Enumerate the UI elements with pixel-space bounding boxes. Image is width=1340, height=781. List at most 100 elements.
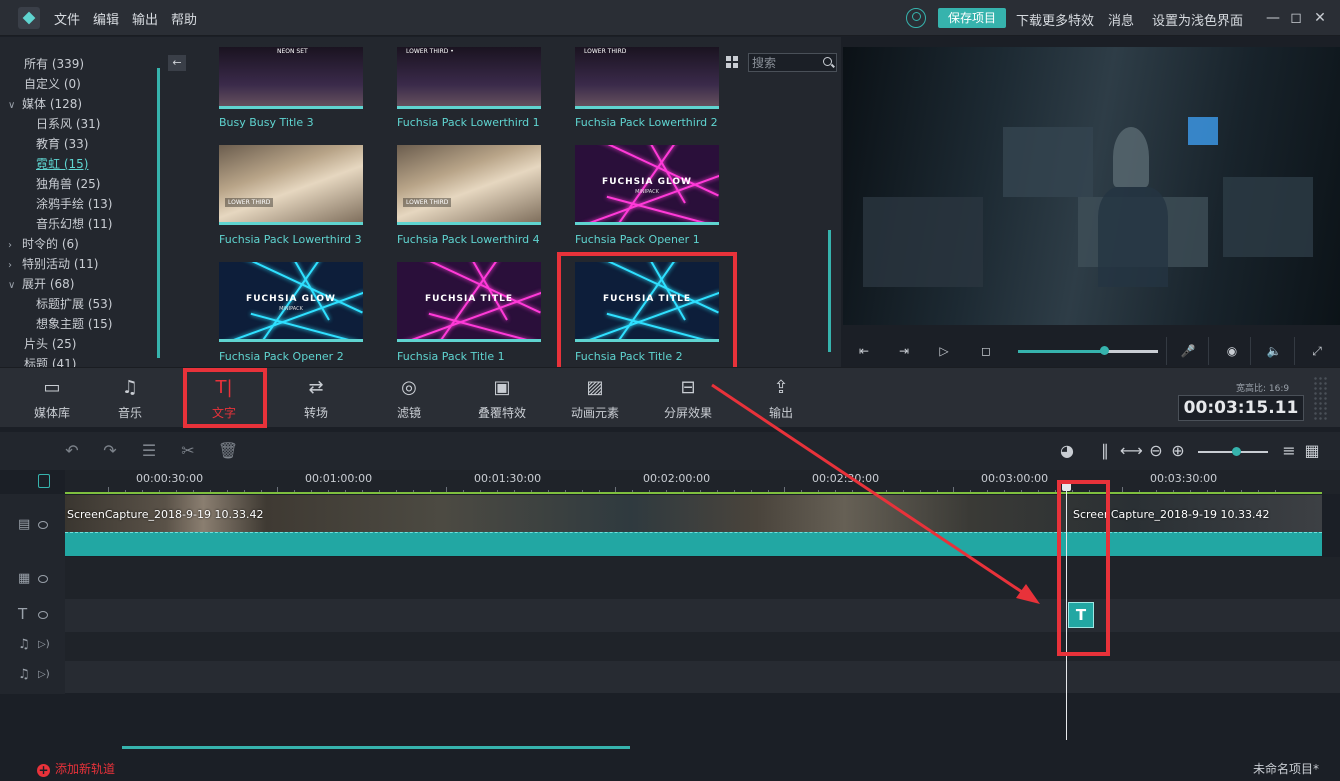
effect-thumbnail-label[interactable]: Fuchsia Pack Lowerthird 1 (397, 116, 540, 129)
minimize-icon[interactable]: — (1263, 8, 1283, 28)
chevron-down-icon[interactable]: ∨ (8, 280, 22, 291)
tree-item[interactable]: 涂鸦手绘 (13) (36, 195, 112, 212)
zoom-in-icon[interactable]: ⊕ (1167, 440, 1189, 462)
add-track-button[interactable]: + 添加新轨道 (37, 760, 115, 777)
speaker-icon[interactable]: ▷) (38, 639, 50, 650)
tree-item[interactable]: ∨ 媒体 (128) (8, 95, 82, 112)
tree-item[interactable]: ∨ 展开 (68) (8, 275, 74, 292)
menu-edit[interactable]: 编辑 (93, 9, 119, 28)
effect-thumbnail-label[interactable]: Busy Busy Title 3 (219, 116, 314, 129)
effect-thumbnail[interactable]: FUCHSIA TITLE (397, 262, 541, 342)
menu-help[interactable]: 帮助 (171, 9, 197, 28)
effect-thumbnail-label[interactable]: Fuchsia Pack Opener 2 (219, 350, 344, 363)
divider (1208, 337, 1209, 365)
timeline-scrollbar[interactable] (122, 746, 630, 749)
grid-view-icon[interactable] (726, 56, 738, 68)
effect-thumbnail[interactable]: LOWER THIRD (397, 145, 541, 225)
tool-music[interactable]: ♫ 音乐 (95, 378, 165, 421)
tree-item[interactable]: 自定义 (0) (24, 75, 81, 92)
effect-thumbnail-label[interactable]: Fuchsia Pack Lowerthird 2 (575, 116, 718, 129)
download-effects-link[interactable]: 下载更多特效 (1016, 10, 1094, 29)
chevron-right-icon[interactable]: › (8, 260, 22, 271)
eye-icon[interactable] (38, 611, 48, 619)
preview-progress-fill (1018, 350, 1104, 353)
previous-frame-icon[interactable]: ⇤ (853, 337, 875, 365)
snap-icon[interactable] (38, 474, 50, 488)
fit-timeline-icon[interactable]: ⟷ (1120, 440, 1143, 462)
track-headers (0, 494, 65, 694)
tree-item[interactable]: 片头 (25) (24, 335, 76, 352)
chevron-down-icon[interactable]: ∨ (8, 100, 22, 111)
zoom-out-icon[interactable]: ⊖ (1145, 440, 1167, 462)
effect-thumbnail[interactable]: LOWER THIRD • (397, 47, 541, 109)
undo-icon[interactable]: ↶ (61, 440, 83, 462)
collapse-sidebar-button[interactable]: ← (168, 55, 186, 71)
search-box[interactable] (748, 53, 837, 72)
grid-layout-icon[interactable]: ▦ (1301, 440, 1323, 462)
audio-clip[interactable] (65, 532, 1322, 556)
delete-icon[interactable]: 🗑 (217, 440, 239, 462)
tree-item[interactable]: 所有 (339) (24, 55, 84, 72)
tree-item[interactable]: › 特别活动 (11) (8, 255, 98, 272)
tree-item[interactable]: 标题扩展 (53) (36, 295, 112, 312)
render-preview-icon[interactable]: ◕ (1056, 440, 1078, 462)
redo-icon[interactable]: ↷ (99, 440, 121, 462)
tree-item[interactable]: 霓虹 (15) (36, 155, 88, 172)
effect-thumbnail[interactable]: FUCHSIA GLOW MINIPACK (575, 145, 719, 225)
tree-item[interactable]: 教育 (33) (36, 135, 88, 152)
tree-item[interactable]: › 时令的 (6) (8, 235, 79, 252)
search-icon[interactable] (823, 57, 832, 66)
stop-icon[interactable]: ◻ (975, 337, 997, 365)
tool-elements[interactable]: ▨ 动画元素 (560, 378, 630, 421)
resize-grip[interactable] (1313, 376, 1327, 422)
zoom-slider-knob[interactable] (1232, 447, 1241, 456)
chevron-right-icon[interactable]: › (8, 240, 22, 251)
ruler-tick-label: 00:01:30:00 (474, 472, 542, 485)
play-icon[interactable]: ▷ (933, 337, 955, 365)
tree-item-label: 片头 (25) (24, 337, 77, 351)
snapshot-camera-icon[interactable]: ◉ (1221, 337, 1243, 365)
maximize-icon[interactable]: ◻ (1286, 8, 1306, 28)
volume-icon[interactable]: 🔈 (1263, 337, 1285, 365)
tree-scrollbar[interactable] (157, 68, 160, 358)
tool-filter[interactable]: ◎ 滤镜 (374, 378, 444, 421)
adjust-icon[interactable]: ☰ (138, 440, 160, 462)
menu-export[interactable]: 输出 (132, 9, 158, 28)
fullscreen-icon[interactable]: ⤢ (1306, 337, 1328, 365)
close-icon[interactable]: ✕ (1310, 8, 1330, 28)
effect-thumbnail-label[interactable]: Fuchsia Pack Lowerthird 3 (219, 233, 362, 246)
effect-thumbnail-label[interactable]: Fuchsia Pack Opener 1 (575, 233, 700, 246)
tree-item[interactable]: 独角兽 (25) (36, 175, 100, 192)
effect-thumbnail-label[interactable]: Fuchsia Pack Lowerthird 4 (397, 233, 540, 246)
speaker-icon[interactable]: ▷) (38, 669, 50, 680)
eye-icon[interactable] (38, 575, 48, 583)
effect-thumbnail[interactable]: NEON SET (219, 47, 363, 109)
tool-transition[interactable]: ⇄ 转场 (281, 378, 351, 421)
light-theme-link[interactable]: 设置为浅色界面 (1152, 10, 1243, 29)
overlay-track-icon: ▦ (18, 571, 31, 586)
effect-thumbnail[interactable]: LOWER THIRD (219, 145, 363, 225)
effect-thumbnail[interactable]: FUCHSIA GLOW MINIPACK (219, 262, 363, 342)
user-account-icon[interactable] (906, 8, 926, 28)
tool-overlay[interactable]: ▣ 叠覆特效 (467, 378, 537, 421)
microphone-icon[interactable]: 🎤 (1177, 337, 1199, 365)
tool-export[interactable]: ⇪ 输出 (746, 378, 816, 421)
tool-folder[interactable]: ▭ 媒体库 (17, 378, 87, 421)
tool-splitscreen[interactable]: ⊟ 分屏效果 (653, 378, 723, 421)
preview-progress-knob[interactable] (1100, 346, 1109, 355)
messages-link[interactable]: 消息 (1108, 10, 1134, 29)
list-view-icon[interactable]: ≡ (1278, 440, 1300, 462)
save-project-button[interactable]: 保存项目 (938, 8, 1006, 28)
tree-item[interactable]: 日系风 (31) (36, 115, 100, 132)
tree-item[interactable]: 音乐幻想 (11) (36, 215, 112, 232)
effect-thumbnail-label[interactable]: Fuchsia Pack Title 1 (397, 350, 505, 363)
eye-icon[interactable] (38, 521, 48, 529)
tree-item[interactable]: 想象主题 (15) (36, 315, 112, 332)
audio-mixer-icon[interactable]: ∥ (1094, 440, 1116, 462)
cut-icon[interactable]: ✂ (177, 440, 199, 462)
menu-file[interactable]: 文件 (54, 9, 80, 28)
grid-scrollbar[interactable] (828, 230, 831, 352)
next-frame-icon[interactable]: ⇥ (893, 337, 915, 365)
search-input[interactable] (749, 54, 819, 71)
effect-thumbnail[interactable]: LOWER THIRD (575, 47, 719, 109)
